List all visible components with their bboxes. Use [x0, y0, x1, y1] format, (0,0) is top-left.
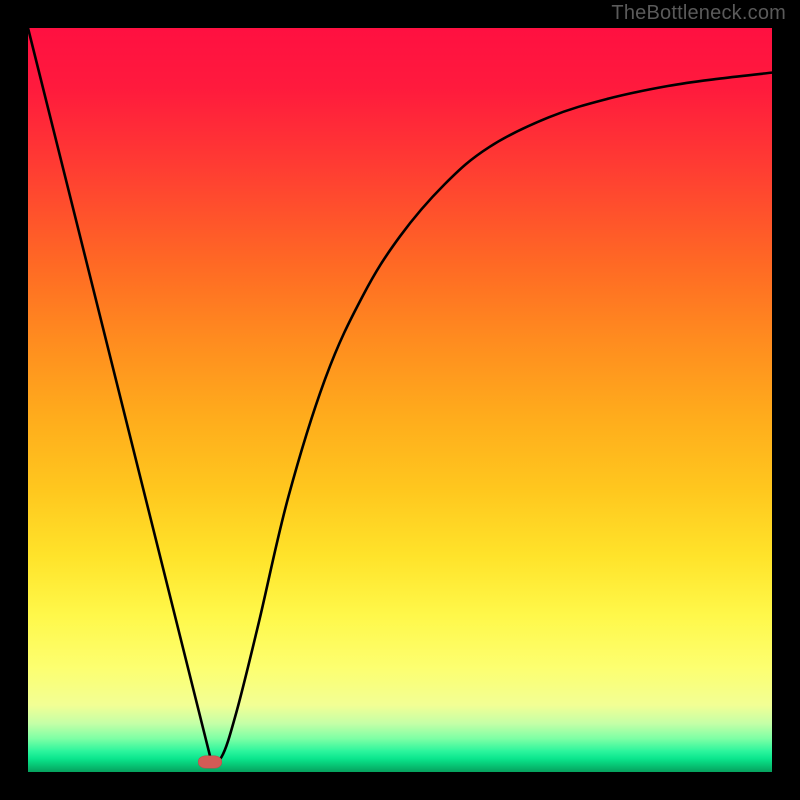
chart-frame: TheBottleneck.com — [0, 0, 800, 800]
curve-path — [28, 28, 772, 761]
watermark-text: TheBottleneck.com — [611, 2, 786, 25]
minimum-marker — [198, 755, 222, 768]
curve-svg — [28, 28, 772, 772]
plot-area — [28, 28, 772, 772]
